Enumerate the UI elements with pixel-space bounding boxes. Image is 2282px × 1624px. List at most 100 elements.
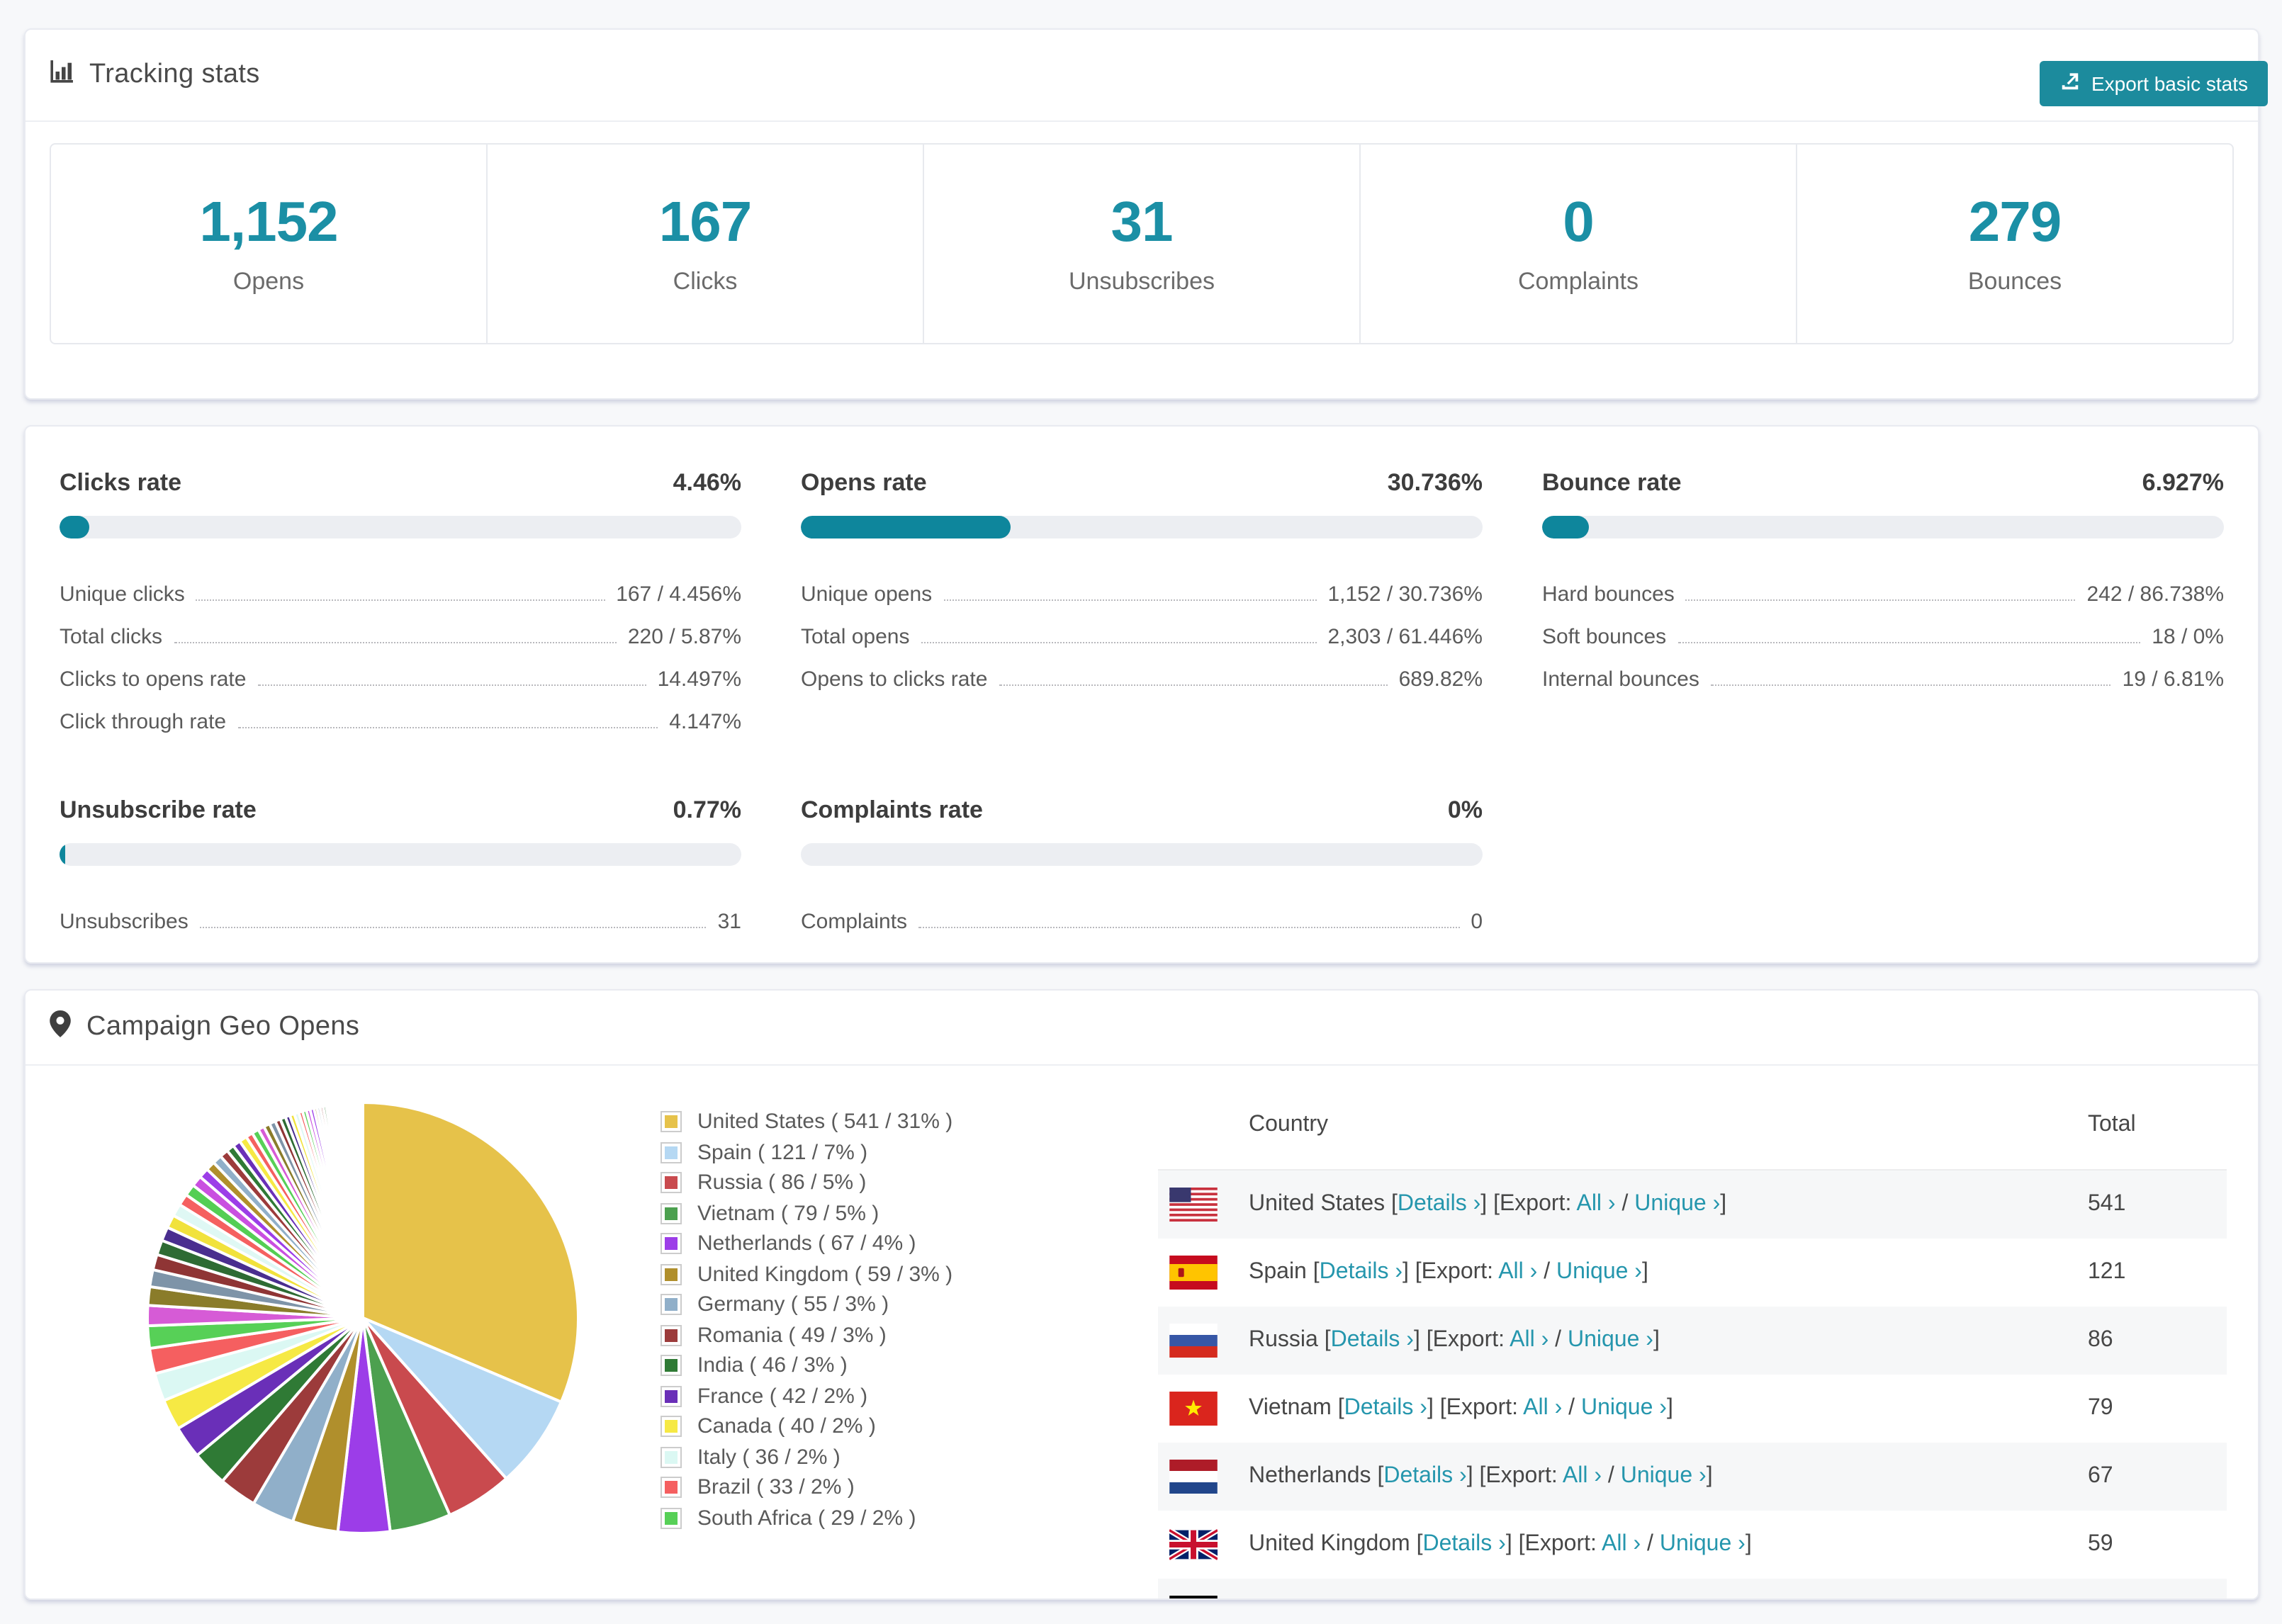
export-basic-stats-button[interactable]: Export basic stats (2039, 61, 2268, 106)
legend-label: United States ( 541 / 31% ) (697, 1110, 953, 1134)
rate-detail-row: Click through rate 4.147% (60, 692, 741, 734)
legend-item: United Kingdom ( 59 / 3% ) (661, 1259, 952, 1290)
geo-table-row-gb: United Kingdom [Details ›] [Export: All … (1158, 1511, 2227, 1579)
rate-title: Opens rate (801, 469, 927, 496)
details-link[interactable]: Details › (1320, 1260, 1403, 1284)
legend-swatch (661, 1416, 682, 1438)
rate-detail-row: Internal bounces 19 / 6.81% (1542, 649, 2224, 692)
rate-value: 6.927% (2142, 469, 2224, 496)
dotted-leader (1685, 599, 2076, 601)
dotted-leader (943, 599, 1317, 601)
stat-cell-complaints: 0 Complaints (1359, 145, 1796, 343)
rates-card: Clicks rate 4.46% Unique clicks 167 / 4.… (24, 425, 2259, 964)
geo-table-row-nl: Netherlands [Details ›] [Export: All › /… (1158, 1443, 2227, 1511)
rate-detail-value: 1,152 / 30.736% (1327, 582, 1483, 607)
export-all-link[interactable]: All › (1498, 1260, 1537, 1284)
legend-swatch (661, 1233, 682, 1255)
details-link[interactable]: Details › (1331, 1328, 1414, 1352)
rate-detail-label: Hard bounces (1542, 582, 1675, 607)
export-unique-link[interactable]: Unique › (1568, 1328, 1653, 1352)
rate-section-opens-rate: Opens rate 30.736% Unique opens 1,152 / … (801, 469, 1483, 734)
details-link[interactable]: Details › (1383, 1464, 1466, 1488)
export-unique-link[interactable]: Unique › (1581, 1396, 1667, 1420)
stat-value: 0 (1563, 191, 1594, 254)
legend-swatch (661, 1141, 682, 1163)
stat-value: 167 (658, 191, 753, 254)
stat-cell-bounces: 279 Bounces (1796, 145, 2232, 343)
rate-title: Unsubscribe rate (60, 796, 257, 823)
rate-detail-row: Opens to clicks rate 689.82% (801, 649, 1483, 692)
legend-item: Russia ( 86 / 5% ) (661, 1168, 952, 1198)
country-name: Vietnam (1249, 1396, 1332, 1420)
country-total: 67 (2088, 1464, 2113, 1488)
rate-progress-bar (801, 843, 1483, 866)
export-unique-link[interactable]: Unique › (1634, 1192, 1720, 1216)
dotted-leader (921, 642, 1317, 643)
legend-swatch (661, 1263, 682, 1285)
export-unique-link[interactable]: Unique › (1556, 1260, 1642, 1284)
stat-value: 1,152 (199, 191, 338, 254)
geo-table-row-vn: Vietnam [Details ›] [Export: All › / Uni… (1158, 1375, 2227, 1443)
legend-swatch (661, 1507, 682, 1529)
rate-detail-label: Opens to clicks rate (801, 667, 988, 692)
legend-item: Canada ( 40 / 2% ) (661, 1411, 952, 1442)
dotted-leader (237, 727, 658, 728)
legend-swatch (661, 1446, 682, 1468)
rate-section-clicks-rate: Clicks rate 4.46% Unique clicks 167 / 4.… (60, 469, 741, 734)
rate-detail-label: Internal bounces (1542, 667, 1699, 692)
vn-flag-icon (1169, 1392, 1218, 1426)
rate-progress-fill (801, 516, 1011, 538)
rate-detail-value: 167 / 4.456% (616, 582, 741, 607)
dotted-leader (199, 927, 707, 928)
rate-detail-row: Clicks to opens rate 14.497% (60, 649, 741, 692)
details-link[interactable]: Details › (1344, 1396, 1427, 1420)
rate-value: 4.46% (673, 469, 741, 496)
rates-grid: Clicks rate 4.46% Unique clicks 167 / 4.… (60, 469, 2224, 934)
rate-detail-value: 4.147% (669, 710, 741, 734)
rate-detail-value: 220 / 5.87% (627, 625, 741, 649)
legend-swatch (661, 1111, 682, 1133)
details-link[interactable]: Details › (1398, 1192, 1480, 1216)
rate-detail-label: Complaints (801, 910, 908, 934)
rate-title: Clicks rate (60, 469, 181, 496)
legend-label: India ( 46 / 3% ) (697, 1353, 848, 1378)
rate-progress-bar (60, 516, 741, 538)
country-total: 86 (2088, 1328, 2113, 1352)
rate-progress-fill (60, 516, 90, 538)
stat-value: 279 (1968, 191, 2062, 254)
ru-flag-icon (1169, 1324, 1218, 1358)
legend-item: Vietnam ( 79 / 5% ) (661, 1198, 952, 1229)
rate-detail-label: Soft bounces (1542, 625, 1667, 649)
stat-label: Opens (232, 268, 305, 295)
tracking-stats-title: Tracking stats (89, 60, 260, 89)
export-all-link[interactable]: All › (1523, 1396, 1562, 1420)
geo-table-row-us: United States [Details ›] [Export: All ›… (1158, 1171, 2227, 1239)
country-name: United States (1249, 1192, 1386, 1216)
export-all-link[interactable]: All › (1510, 1328, 1548, 1352)
legend-label: Netherlands ( 67 / 4% ) (697, 1231, 916, 1256)
rate-value: 0% (1447, 796, 1483, 823)
stat-value: 31 (1111, 191, 1174, 254)
export-unique-link[interactable]: Unique › (1621, 1464, 1707, 1488)
geo-table-header: Country Total (1158, 1081, 2227, 1171)
export-all-link[interactable]: All › (1576, 1192, 1615, 1216)
geo-table: Country Total United States [Details ›] … (1158, 1081, 2227, 1598)
legend-label: Canada ( 40 / 2% ) (697, 1414, 876, 1439)
legend-item: United States ( 541 / 31% ) (661, 1107, 952, 1137)
rate-detail-row: Soft bounces 18 / 0% (1542, 607, 2224, 649)
legend-item: Netherlands ( 67 / 4% ) (661, 1229, 952, 1259)
export-all-link[interactable]: All › (1563, 1464, 1602, 1488)
details-link[interactable]: Details › (1422, 1532, 1505, 1556)
legend-label: Romania ( 49 / 3% ) (697, 1323, 887, 1348)
rate-detail-label: Total clicks (60, 625, 163, 649)
nl-flag-icon (1169, 1460, 1218, 1494)
rate-detail-row: Hard bounces 242 / 86.738% (1542, 564, 2224, 607)
rate-progress-fill (1542, 516, 1590, 538)
country-name: Netherlands (1249, 1464, 1371, 1488)
rate-detail-value: 0 (1471, 910, 1483, 934)
rate-progress-bar (1542, 516, 2224, 538)
export-all-link[interactable]: All › (1602, 1532, 1641, 1556)
geo-header: Campaign Geo Opens (26, 991, 2258, 1066)
stat-label: Unsubscribes (1069, 268, 1215, 295)
export-unique-link[interactable]: Unique › (1660, 1532, 1746, 1556)
